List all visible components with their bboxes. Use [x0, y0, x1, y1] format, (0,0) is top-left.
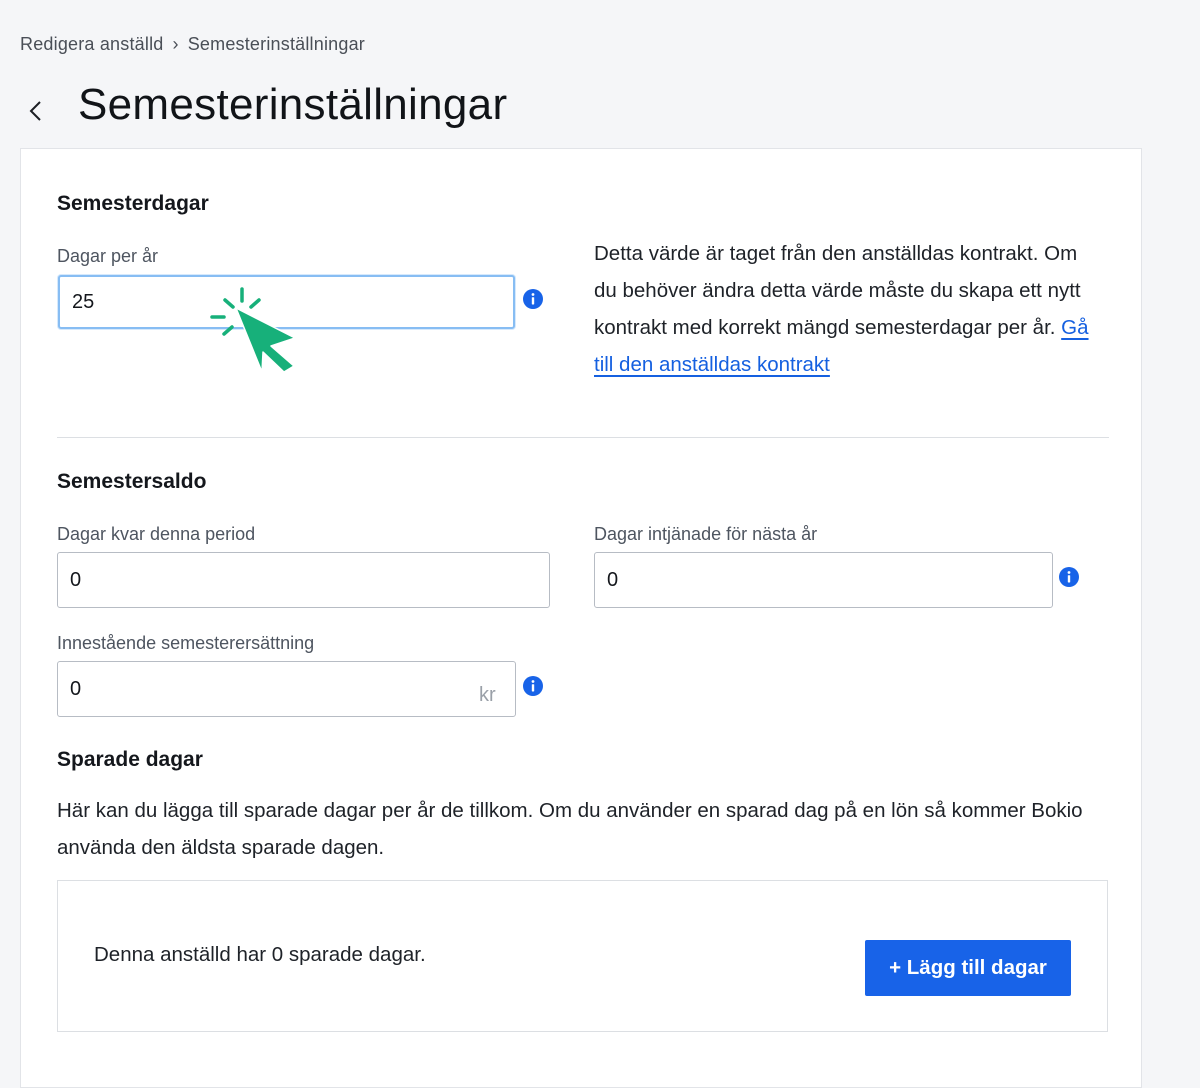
- info-icon[interactable]: [523, 676, 543, 696]
- info-icon[interactable]: [523, 289, 543, 309]
- breadcrumb-separator: ›: [172, 34, 179, 54]
- contract-description-text: Detta värde är taget från den anställdas…: [594, 242, 1081, 339]
- earned-days-input[interactable]: [594, 552, 1053, 608]
- info-icon[interactable]: [1059, 567, 1079, 587]
- saved-days-panel: Denna anställd har 0 sparade dagar. + Lä…: [57, 880, 1108, 1032]
- section-heading-saved-days: Sparade dagar: [57, 748, 203, 771]
- days-per-year-label: Dagar per år: [57, 246, 159, 266]
- vacation-pay-input[interactable]: [57, 661, 516, 717]
- breadcrumb-parent[interactable]: Redigera anställd: [20, 34, 164, 54]
- section-heading-vacation-days: Semesterdagar: [57, 192, 209, 215]
- remaining-days-label: Dagar kvar denna period: [57, 524, 256, 544]
- section-heading-balance: Semestersaldo: [57, 470, 207, 493]
- earned-days-label: Dagar intjänade för nästa år: [594, 524, 818, 544]
- contract-description: Detta värde är taget från den anställdas…: [594, 235, 1104, 383]
- page-title: Semesterinställningar: [78, 80, 508, 129]
- remaining-days-input[interactable]: [57, 552, 550, 608]
- saved-days-empty-text: Denna anställd har 0 sparade dagar.: [94, 943, 426, 966]
- days-per-year-input[interactable]: [58, 275, 515, 329]
- breadcrumb: Redigera anställd › Semesterinställningar: [20, 34, 365, 55]
- breadcrumb-current: Semesterinställningar: [187, 34, 365, 54]
- vacation-pay-label: Innestående semesterersättning: [57, 633, 315, 653]
- chevron-left-icon[interactable]: [22, 94, 50, 128]
- saved-days-description: Här kan du lägga till sparade dagar per …: [57, 799, 1083, 859]
- currency-suffix: kr: [479, 684, 496, 706]
- section-divider: [57, 437, 1109, 438]
- add-days-button[interactable]: + Lägg till dagar: [865, 940, 1071, 996]
- settings-card: Semesterdagar Dagar per år Detta värde ä…: [20, 148, 1142, 1088]
